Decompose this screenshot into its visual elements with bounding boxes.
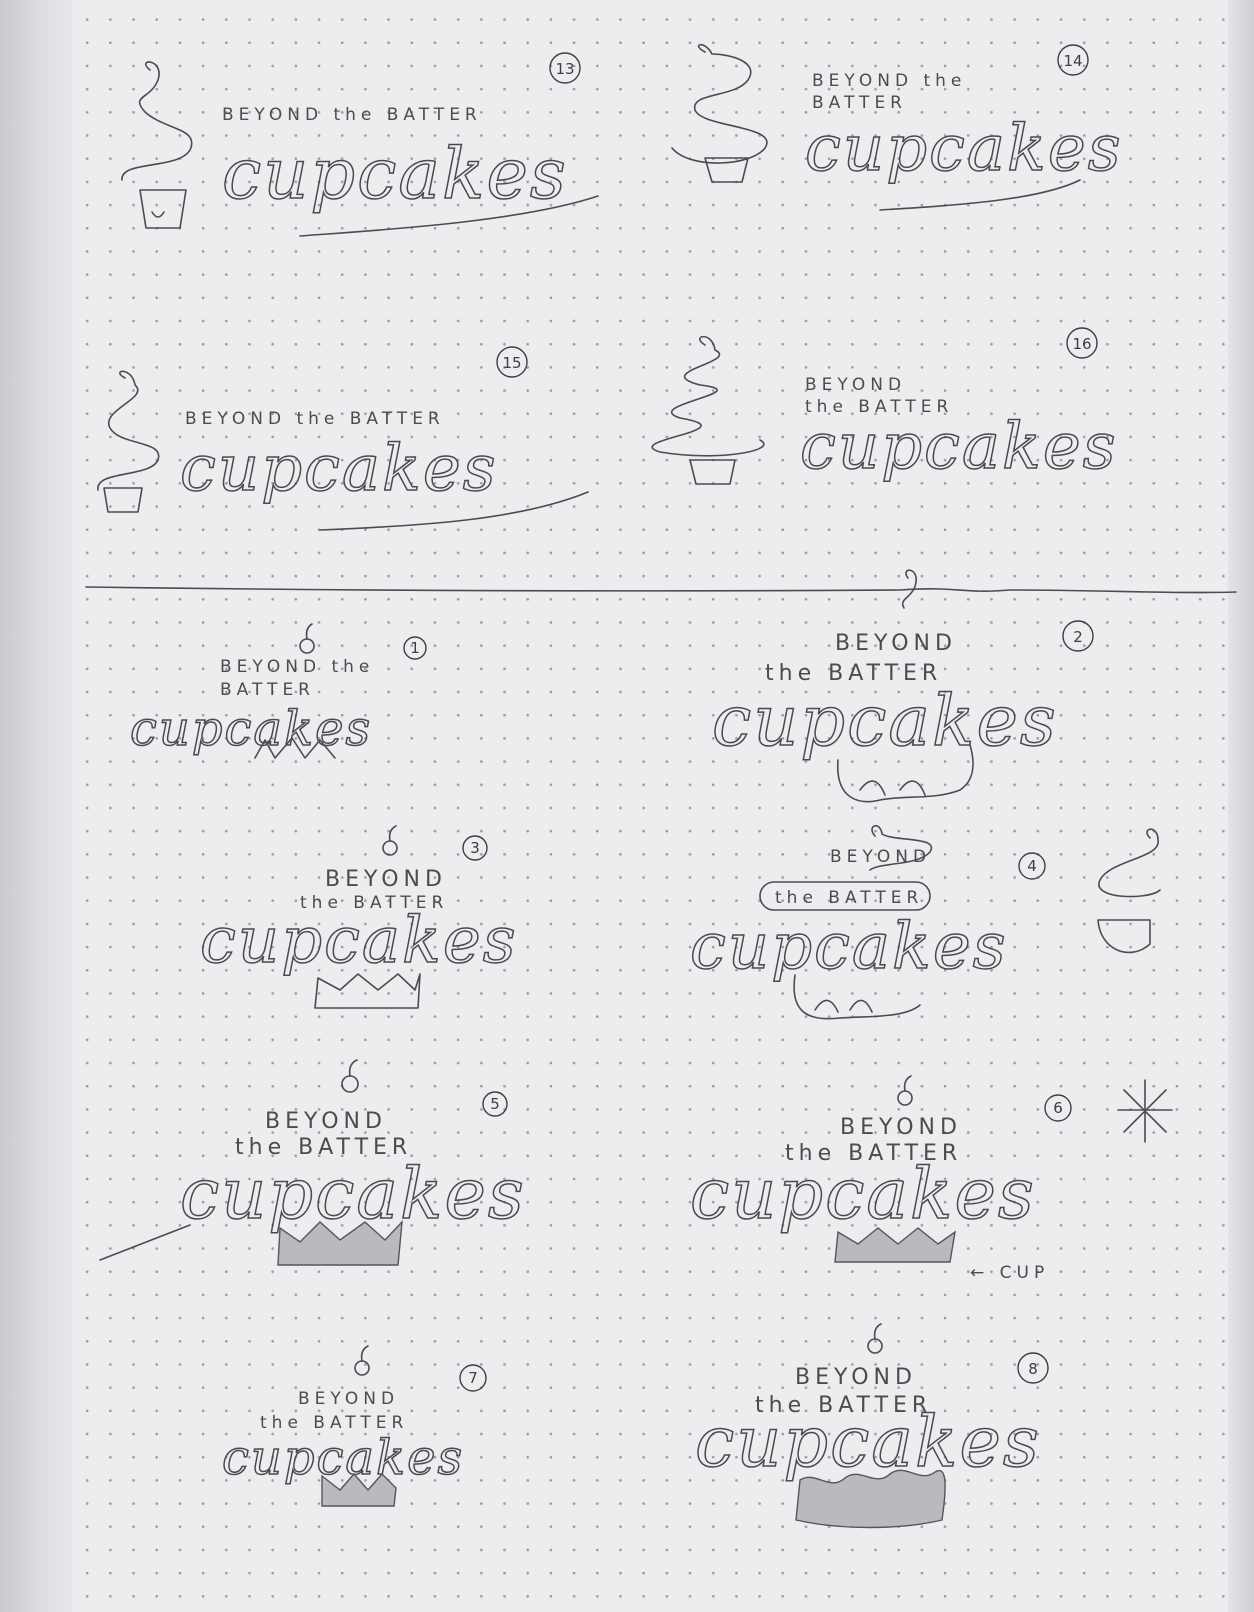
concept-15-word: cupcakes xyxy=(180,432,498,506)
concept-8-beyond: BEYOND xyxy=(795,1365,917,1390)
concept-16-number: 16 xyxy=(1072,335,1091,353)
swirl-frosting-icon xyxy=(671,43,768,164)
cupcake-cup-icon xyxy=(689,459,736,485)
concept-1-word: cupcakes xyxy=(130,701,372,757)
cup-annotation: ← CUP xyxy=(970,1263,1049,1283)
concept-1-batter: BATTER xyxy=(220,680,315,700)
cupcake-cup-icon xyxy=(103,487,143,513)
concept-16-word: cupcakes xyxy=(800,410,1118,484)
star-doodle-icon xyxy=(1117,1079,1173,1143)
cherry-icon xyxy=(867,1338,883,1354)
ribbon-frosting-icon xyxy=(651,335,765,457)
cherry-icon xyxy=(354,1360,370,1376)
concept-14-number: 14 xyxy=(1063,52,1082,70)
cherry-stem-icon xyxy=(305,623,313,640)
concept-7-beyond: BEYOND xyxy=(298,1389,399,1409)
concept-8: BEYOND the BATTER cupcakes 8 xyxy=(694,1323,1049,1529)
pencil-stray-mark xyxy=(99,1224,191,1261)
cupcake-cup-icon xyxy=(704,157,749,183)
concept-13-beyond: BEYOND the BATTER xyxy=(222,105,482,125)
concept-14-word: cupcakes xyxy=(805,112,1123,186)
concept-4-number: 4 xyxy=(1027,857,1037,875)
concept-14-batter: BATTER xyxy=(812,93,907,113)
concept-4-batter: the BATTER xyxy=(775,888,923,908)
concept-2-word: cupcakes xyxy=(712,680,1058,762)
concept-2: BEYOND the BATTER cupcakes 2 xyxy=(711,620,1094,803)
cherry-stem-icon xyxy=(873,1323,882,1340)
cherry-stem-icon xyxy=(360,1345,369,1362)
concept-7-word: cupcakes xyxy=(222,1430,464,1486)
concept-3-number: 3 xyxy=(470,839,480,857)
concept-16: BEYOND the BATTER cupcakes 16 xyxy=(651,327,1118,485)
concept-7: BEYOND the BATTER cupcakes 7 xyxy=(221,1345,487,1507)
concept-4: BEYOND the BATTER cupcakes 4 xyxy=(689,825,1161,1020)
concept-1-beyond: BEYOND the xyxy=(220,657,374,677)
concept-14-beyond: BEYOND the xyxy=(812,71,966,91)
concept-3: BEYOND the BATTER cupcakes 3 xyxy=(199,825,518,1009)
concept-5-word: cupcakes xyxy=(180,1153,526,1235)
concept-4-beyond: BEYOND xyxy=(830,847,931,867)
concept-5-beyond: BEYOND xyxy=(265,1109,387,1134)
concept-6-number: 6 xyxy=(1053,1099,1063,1117)
crown-cup-icon xyxy=(314,973,421,1009)
concept-4-word: cupcakes xyxy=(690,910,1008,984)
concept-8-word: cupcakes xyxy=(695,1401,1041,1483)
concept-2-number: 2 xyxy=(1073,628,1083,646)
concept-6: BEYOND the BATTER cupcakes ← CUP 6 xyxy=(689,1075,1173,1283)
concept-2-beyond: BEYOND xyxy=(835,631,957,656)
concept-1: BEYOND the BATTER cupcakes 1 xyxy=(129,623,427,759)
concept-7-number: 7 xyxy=(468,1369,478,1387)
concept-6-word: cupcakes xyxy=(690,1153,1036,1235)
concept-15-number: 15 xyxy=(502,354,521,372)
concept-15: BEYOND the BATTER cupcakes 15 xyxy=(97,346,589,531)
cherry-icon xyxy=(897,1090,913,1106)
cherry-stem-icon xyxy=(903,1075,912,1092)
concept-3-beyond: BEYOND xyxy=(325,867,447,892)
concept-16-beyond: BEYOND xyxy=(805,375,906,395)
concept-8-number: 8 xyxy=(1028,1360,1038,1378)
concept-3-word: cupcakes xyxy=(200,904,518,978)
mini-cupcake-icon xyxy=(1097,828,1161,954)
section-divider-line xyxy=(85,586,1237,594)
concept-13-number: 13 xyxy=(555,60,574,78)
logo-sketches: BEYOND the BATTER cupcakes 13 BEYOND the… xyxy=(85,43,1237,1529)
concept-14: BEYOND the BATTER cupcakes 14 xyxy=(671,43,1123,211)
swirl-frosting-icon xyxy=(97,370,160,491)
concept-1-number: 1 xyxy=(410,639,420,657)
sketchbook-page: BEYOND the BATTER cupcakes 13 BEYOND the… xyxy=(0,0,1254,1612)
wavy-cup-icon xyxy=(795,1469,946,1529)
concept-13: BEYOND the BATTER cupcakes 13 xyxy=(121,52,599,237)
cherry-icon xyxy=(299,638,315,654)
concept-13-word: cupcakes xyxy=(222,133,568,215)
concept-5-number: 5 xyxy=(490,1095,500,1113)
concept-5: BEYOND the BATTER cupcakes 5 xyxy=(99,1059,526,1266)
cherry-icon xyxy=(382,840,398,856)
swirl-frosting-icon xyxy=(121,61,193,181)
cupcake-cup-icon xyxy=(139,189,187,229)
concept-15-beyond: BEYOND the BATTER xyxy=(185,409,445,429)
cherry-icon xyxy=(341,1075,359,1093)
cherry-stem-icon xyxy=(348,1059,358,1077)
concept-6-beyond: BEYOND xyxy=(840,1115,962,1140)
cherry-stem-icon xyxy=(388,825,397,842)
